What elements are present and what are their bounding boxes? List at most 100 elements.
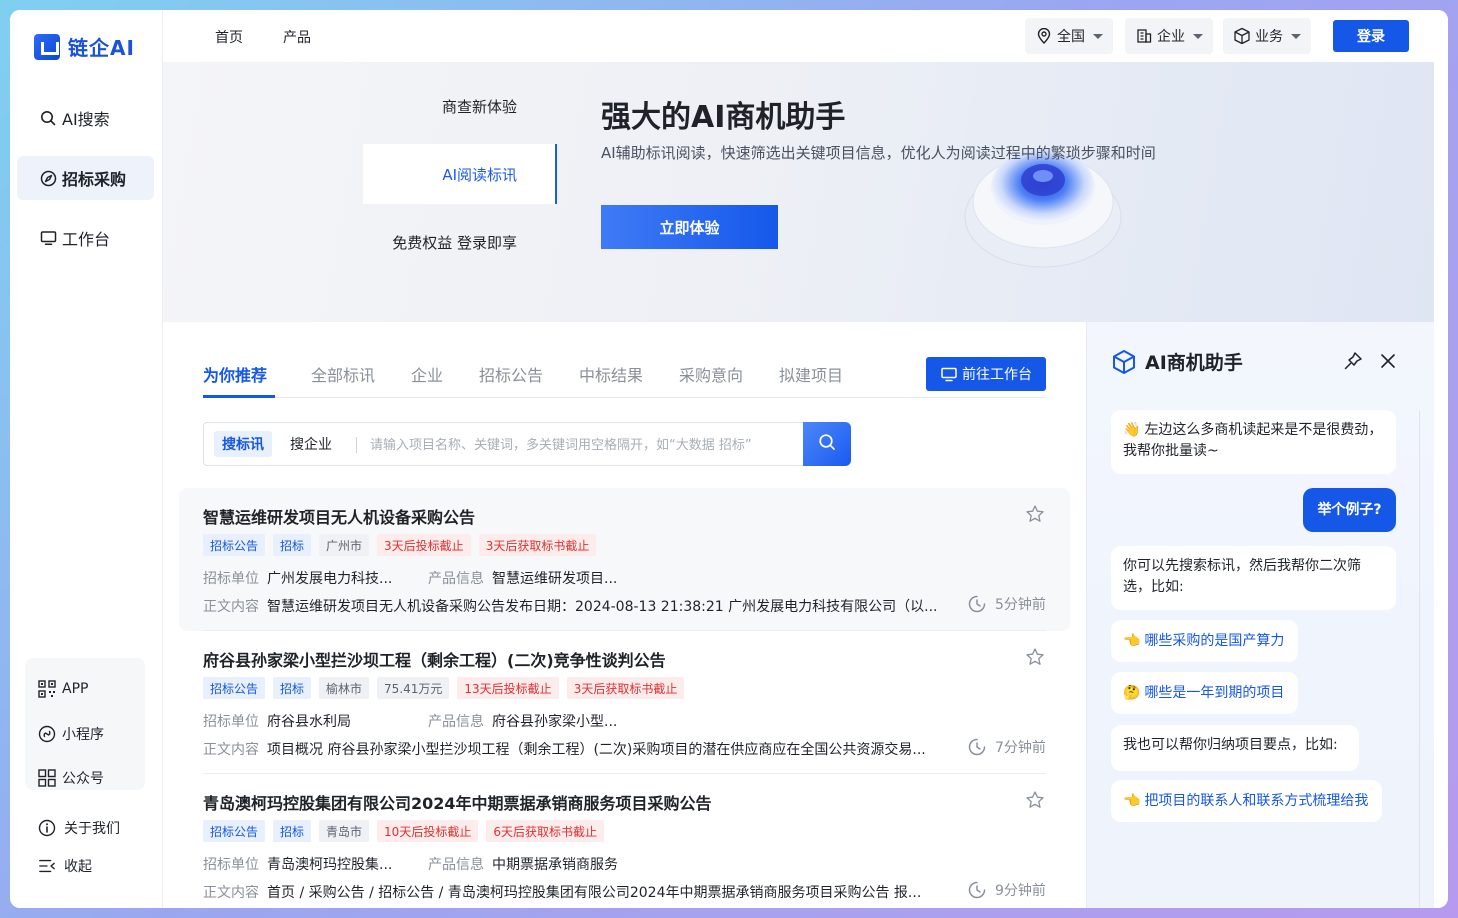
tag-badge: 青岛市 xyxy=(319,820,370,842)
tag-badge: 招标 xyxy=(273,677,312,699)
miniprogram-icon xyxy=(38,725,56,743)
collapse-sidebar-button[interactable]: 收起 xyxy=(38,856,92,876)
bid-time: 9分钟前 xyxy=(967,880,1046,900)
cube-icon xyxy=(1233,27,1251,45)
banner-tab-label: AI阅读标讯 xyxy=(442,165,517,184)
compass-icon xyxy=(39,169,57,187)
about-us-link[interactable]: 关于我们 xyxy=(38,818,120,838)
main-content: 为你推荐 全部标讯 企业 招标公告 中标结果 采购意向 拟建项目 前往工作台 搜… xyxy=(179,322,1070,908)
search-button[interactable] xyxy=(803,422,851,466)
app-link-official-account[interactable]: 公众号 xyxy=(38,768,104,788)
bid-card[interactable]: 智慧运维研发项目无人机设备采购公告 招标公告 招标 广州市 3天后投标截止 3天后获取标… xyxy=(179,488,1070,631)
wave-icon: 👋 xyxy=(1123,422,1141,438)
tag-badge: 3天后获取标书截止 xyxy=(478,534,597,556)
search-type-bids[interactable]: 搜标讯 xyxy=(214,431,272,457)
field-label: 产品信息 xyxy=(428,857,484,873)
message-text: 左边这么多商机读起来是不是很费劲，我帮你批量读~ xyxy=(1123,422,1383,459)
tag-badge: 招标 xyxy=(273,820,312,842)
region-filter-label: 全国 xyxy=(1057,29,1085,45)
bid-card[interactable]: 府谷县孙家梁小型拦沙坝工程（剩余工程）(二次)竞争性谈判公告 招标公告 招标 榆林市… xyxy=(179,631,1070,774)
enterprise-filter[interactable]: 企业 xyxy=(1125,18,1213,54)
login-button[interactable]: 登录 xyxy=(1333,20,1409,52)
field-label: 产品信息 xyxy=(428,714,484,730)
bid-content: 正文内容 智慧运维研发项目无人机设备采购公告发布日期：2024-08-13 21… xyxy=(203,596,943,616)
suggestion-domestic-compute[interactable]: 👈 哪些采购的是国产算力 xyxy=(1111,620,1298,662)
field-value: 广州发展电力科技... xyxy=(267,571,393,587)
sidebar: 链企AI AI搜索 招标采购 工作台 APP 小程序 公众号 关于我们 收起 xyxy=(10,10,163,908)
banner-tab-new-experience[interactable]: 商查新体验 xyxy=(363,76,557,136)
app-link-miniprogram[interactable]: 小程序 xyxy=(38,724,104,744)
sidebar-item-label: 工作台 xyxy=(62,230,111,249)
banner-title: 强大的AI商机助手 xyxy=(601,100,846,135)
ai-orb-illustration xyxy=(964,149,1122,268)
pin-icon[interactable] xyxy=(1342,350,1364,372)
bid-title[interactable]: 府谷县孙家梁小型拦沙坝工程（剩余工程）(二次)竞争性谈判公告 xyxy=(203,647,666,671)
search-input[interactable] xyxy=(370,432,800,458)
close-icon[interactable] xyxy=(1377,350,1399,372)
nav-link-home[interactable]: 首页 xyxy=(215,27,243,47)
app-links-panel: APP 小程序 公众号 xyxy=(25,658,145,790)
logo-cube-icon xyxy=(34,33,60,60)
tag-badge: 招标公告 xyxy=(203,677,266,699)
bid-title[interactable]: 青岛澳柯玛控股集团有限公司2024年中期票据承销商服务项目采购公告 xyxy=(203,790,712,814)
tag-badge: 招标公告 xyxy=(203,534,266,556)
tab-tender-notice[interactable]: 招标公告 xyxy=(479,362,543,386)
bid-content: 正文内容 项目概况 府谷县孙家梁小型拦沙坝工程（剩余工程）(二次)采购项目的潜在… xyxy=(203,739,943,759)
clock-icon xyxy=(967,594,987,614)
nav-link-product[interactable]: 产品 xyxy=(283,27,311,47)
tag-badge: 3天后获取标书截止 xyxy=(566,677,685,699)
bid-title[interactable]: 智慧运维研发项目无人机设备采购公告 xyxy=(203,504,475,528)
clock-icon xyxy=(967,737,987,757)
tag-badge: 广州市 xyxy=(319,534,370,556)
location-icon xyxy=(1035,27,1053,45)
app-link-label: 公众号 xyxy=(62,771,104,787)
region-filter[interactable]: 全国 xyxy=(1025,18,1113,54)
search-bar: 搜标讯 搜企业 xyxy=(203,422,851,466)
about-us-label: 关于我们 xyxy=(64,821,120,837)
assistant-message: 我也可以帮你归纳项目要点，比如: xyxy=(1111,725,1359,771)
go-to-workbench-button[interactable]: 前往工作台 xyxy=(926,357,1046,391)
try-now-button[interactable]: 立即体验 xyxy=(601,205,778,249)
app-link-app[interactable]: APP xyxy=(38,680,88,698)
qrcode-icon xyxy=(38,680,56,698)
logo-text: 链企AI xyxy=(68,36,135,60)
category-tabs: 为你推荐 全部标讯 企业 招标公告 中标结果 采购意向 拟建项目 xyxy=(203,350,1046,398)
star-icon[interactable] xyxy=(1025,504,1045,524)
grid-icon xyxy=(38,769,56,787)
bid-product: 产品信息 智慧运维研发项目... xyxy=(428,568,617,588)
tag-list: 招标公告 招标 广州市 3天后投标截止 3天后获取标书截止 xyxy=(203,534,597,556)
tab-procurement-intent[interactable]: 采购意向 xyxy=(679,362,743,386)
field-value: 中期票据承销商服务 xyxy=(492,857,618,873)
assistant-header: AI商机助手 xyxy=(1111,348,1243,375)
field-label: 招标单位 xyxy=(203,714,259,730)
bid-card[interactable]: 青岛澳柯玛控股集团有限公司2024年中期票据承销商服务项目采购公告 招标公告 招标… xyxy=(179,774,1070,908)
tab-award-results[interactable]: 中标结果 xyxy=(579,362,643,386)
assistant-scrollbar[interactable] xyxy=(1419,410,1420,908)
logo[interactable]: 链企AI xyxy=(34,32,135,61)
collapse-label: 收起 xyxy=(64,859,92,875)
banner-tab-free-benefits[interactable]: 免费权益 登录即享 xyxy=(363,212,557,272)
suggestion-one-year-expiry[interactable]: 🤔 哪些是一年到期的项目 xyxy=(1111,672,1298,714)
assistant-message: 👋 左边这么多商机读起来是不是很费劲，我帮你批量读~ xyxy=(1111,410,1396,474)
sidebar-item-workbench[interactable]: 工作台 xyxy=(17,216,154,260)
user-message: 举个例子? xyxy=(1303,488,1396,532)
banner-tab-ai-reading[interactable]: AI阅读标讯 xyxy=(363,144,557,204)
search-divider xyxy=(356,437,357,453)
tab-recommended[interactable]: 为你推荐 xyxy=(203,362,267,386)
tab-all-bids[interactable]: 全部标讯 xyxy=(311,362,375,386)
sidebar-item-ai-search[interactable]: AI搜索 xyxy=(17,96,154,140)
business-filter[interactable]: 业务 xyxy=(1223,18,1311,54)
star-icon[interactable] xyxy=(1025,647,1045,667)
sidebar-item-label: AI搜索 xyxy=(62,110,110,129)
tab-enterprise[interactable]: 企业 xyxy=(411,362,443,386)
bid-unit: 招标单位 广州发展电力科技... xyxy=(203,568,392,588)
tab-planned-projects[interactable]: 拟建项目 xyxy=(779,362,843,386)
sidebar-item-bidding[interactable]: 招标采购 xyxy=(17,156,154,200)
star-icon[interactable] xyxy=(1025,790,1045,810)
suggestion-contacts[interactable]: 👈 把项目的联系人和联系方式梳理给我 xyxy=(1111,780,1382,822)
field-value: 青岛澳柯玛控股集... xyxy=(267,857,393,873)
search-type-enterprise[interactable]: 搜企业 xyxy=(282,431,340,457)
tag-badge: 13天后投标截止 xyxy=(457,677,559,699)
clock-icon xyxy=(967,880,987,900)
bid-unit: 招标单位 青岛澳柯玛控股集... xyxy=(203,854,392,874)
